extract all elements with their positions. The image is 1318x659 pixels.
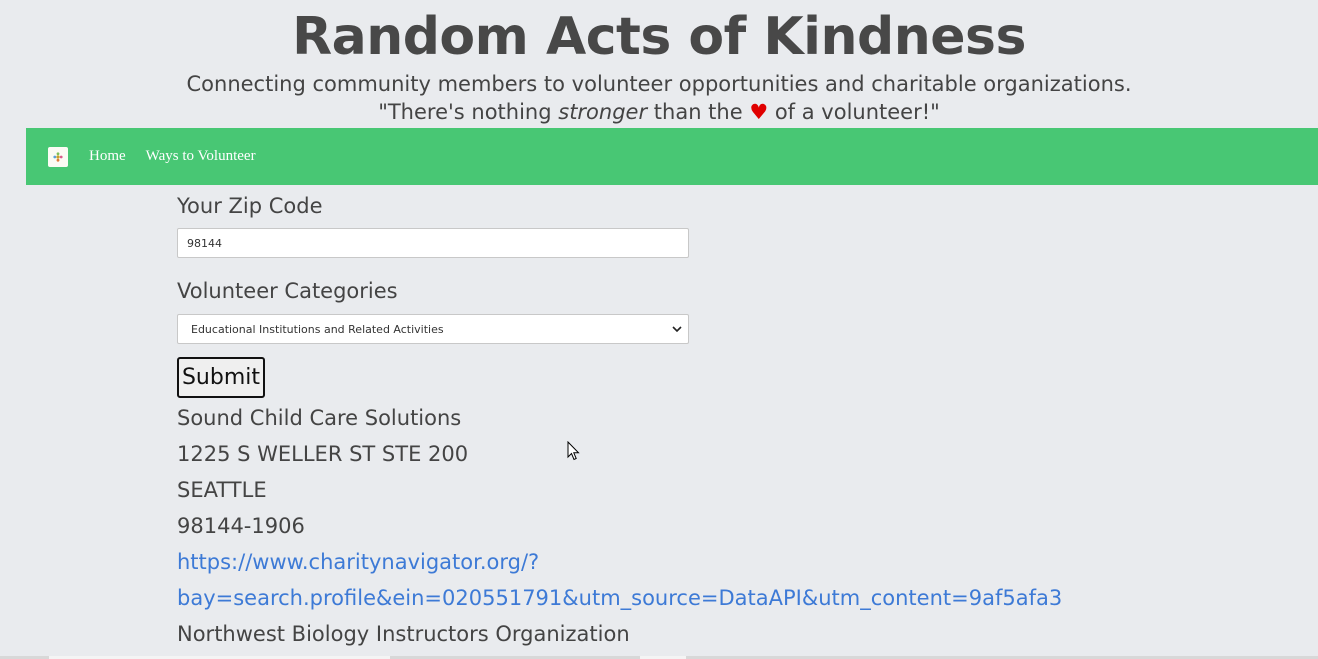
main-navbar: Home Ways to Volunteer [26,128,1318,185]
results-list: Sound Child Care Solutions 1225 S WELLER… [177,400,1062,652]
volunteer-categories-select[interactable]: Educational Institutions and Related Act… [177,314,689,344]
result-link-line-1: https://www.charitynavigator.org/? [177,550,540,574]
zip-code-label: Your Zip Code [177,194,323,218]
result-link-line-2: bay=search.profile&ein=020551791&utm_sou… [177,586,1063,610]
result-street: 1225 S WELLER ST STE 200 [177,442,469,466]
quote-end: of a volunteer!" [768,100,940,124]
nav-home-link[interactable]: Home [89,148,126,165]
site-title: Random Acts of Kindness [292,7,1026,67]
heart-icon: ♥ [749,100,769,124]
nav-ways-to-volunteer-link[interactable]: Ways to Volunteer [146,148,256,165]
result-city: SEATTLE [177,478,267,502]
mouse-cursor-icon [567,441,580,461]
quote-emphasis: stronger [558,100,648,124]
logo-flower-icon [53,151,63,162]
logo-icon[interactable] [48,146,68,167]
site-quote: "There's nothing stronger than the ♥ of … [0,98,1318,126]
selected-category: Educational Institutions and Related Act… [191,322,444,336]
volunteer-categories-label: Volunteer Categories [177,279,398,303]
submit-button[interactable]: Submit [177,357,265,398]
result-name: Northwest Biology Instructors Organizati… [177,622,630,646]
result-zip: 98144-1906 [177,514,305,538]
quote-start: "There's nothing [378,100,559,124]
site-header: Random Acts of Kindness Connecting commu… [0,0,1318,128]
zip-code-input[interactable] [177,228,689,258]
result-charity-link[interactable]: https://www.charitynavigator.org/? bay=se… [177,544,1062,616]
site-tagline: Connecting community members to voluntee… [186,72,1132,96]
quote-middle: than the [647,100,750,124]
chevron-down-icon [672,326,682,333]
result-name: Sound Child Care Solutions [177,406,462,430]
